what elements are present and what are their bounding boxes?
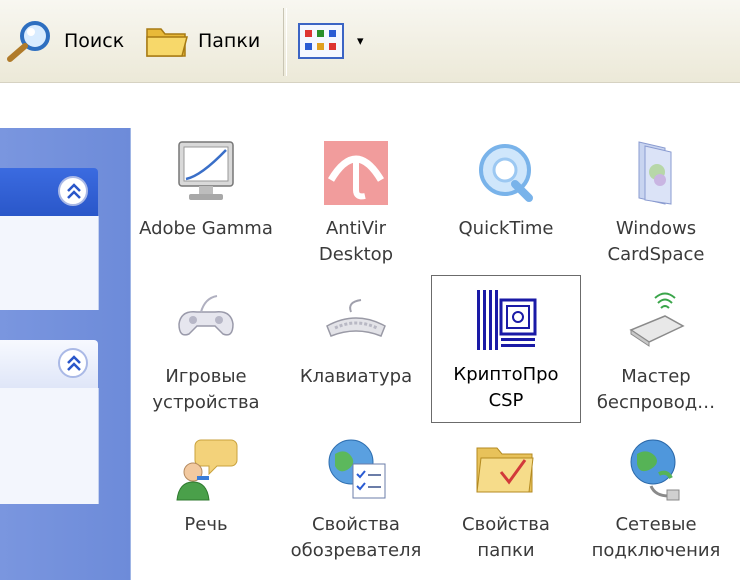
item-label: Свойства обозревателя	[290, 514, 422, 561]
search-label: Поиск	[64, 30, 125, 52]
folder-options-icon	[476, 447, 534, 493]
control-panel-item[interactable]: Клавиатура	[281, 278, 431, 426]
views-button[interactable]: ▾	[297, 18, 364, 64]
control-panel-item[interactable]: Сетевые подключения	[581, 426, 731, 574]
item-label: Сетевые подключения	[591, 514, 721, 561]
item-label: Мастер беспровод…	[596, 366, 716, 413]
task-panel-header-1[interactable]	[0, 168, 98, 216]
control-panel-item-selected[interactable]: КриптоПро CSP	[431, 275, 581, 423]
double-chevron-up-icon	[67, 355, 81, 371]
antivir-umbrella-icon	[324, 141, 388, 205]
task-panel-body-2	[0, 388, 99, 504]
icon-view: Adobe Gamma AntiVir Desktop QuickTime Wi…	[130, 128, 740, 580]
address-strip	[0, 83, 740, 128]
control-panel-item[interactable]: Свойства папки	[431, 426, 581, 574]
network-connections-icon	[630, 439, 680, 501]
gamepad-icon	[178, 295, 234, 336]
control-panel-item[interactable]: Windows CardSpace	[581, 130, 731, 278]
item-label: Речь	[184, 514, 228, 535]
wireless-usb-icon	[629, 292, 685, 347]
folders-label: Папки	[198, 30, 261, 52]
cryptopro-icon	[477, 290, 537, 350]
item-label: КриптоПро CSP	[453, 364, 559, 411]
folders-button[interactable]: Папки	[144, 18, 260, 64]
item-label: Adobe Gamma	[139, 218, 273, 239]
control-panel-item[interactable]: Adobe Gamma	[131, 130, 281, 278]
monitor-gamma-icon	[178, 141, 234, 200]
control-panel-item[interactable]: QuickTime	[431, 130, 581, 278]
quicktime-icon	[479, 144, 533, 202]
control-panel-item[interactable]: Игровые устройства	[131, 278, 281, 426]
toolbar: Поиск Папки ▾	[0, 0, 740, 83]
item-label: Windows CardSpace	[607, 218, 705, 265]
search-icon	[4, 19, 56, 63]
collapse-button-2[interactable]	[58, 348, 88, 378]
item-label: Клавиатура	[299, 366, 413, 387]
control-panel-item[interactable]: Речь	[131, 426, 281, 574]
cardspace-icon	[638, 141, 672, 205]
item-label: AntiVir Desktop	[318, 218, 394, 265]
views-dropdown-icon[interactable]: ▾	[357, 34, 364, 49]
double-chevron-up-icon	[67, 183, 81, 199]
task-panel-body-1	[0, 216, 99, 310]
item-label: QuickTime	[458, 218, 554, 239]
views-icon	[297, 21, 345, 61]
internet-options-icon	[328, 439, 386, 499]
control-panel-item[interactable]: Свойства обозревателя	[281, 426, 431, 574]
speech-icon	[176, 439, 238, 501]
control-panel-item[interactable]: Мастер беспровод…	[581, 278, 731, 426]
control-panel-item[interactable]: AntiVir Desktop	[281, 130, 431, 278]
item-label: Игровые устройства	[152, 366, 260, 413]
search-button[interactable]: Поиск	[4, 18, 124, 64]
task-pane	[0, 128, 130, 580]
task-panel-header-2[interactable]	[0, 340, 98, 388]
toolbar-separator	[283, 8, 287, 76]
folder-icon	[144, 21, 190, 61]
keyboard-icon	[326, 299, 386, 337]
collapse-button-1[interactable]	[58, 176, 88, 206]
item-label: Свойства папки	[462, 514, 550, 561]
